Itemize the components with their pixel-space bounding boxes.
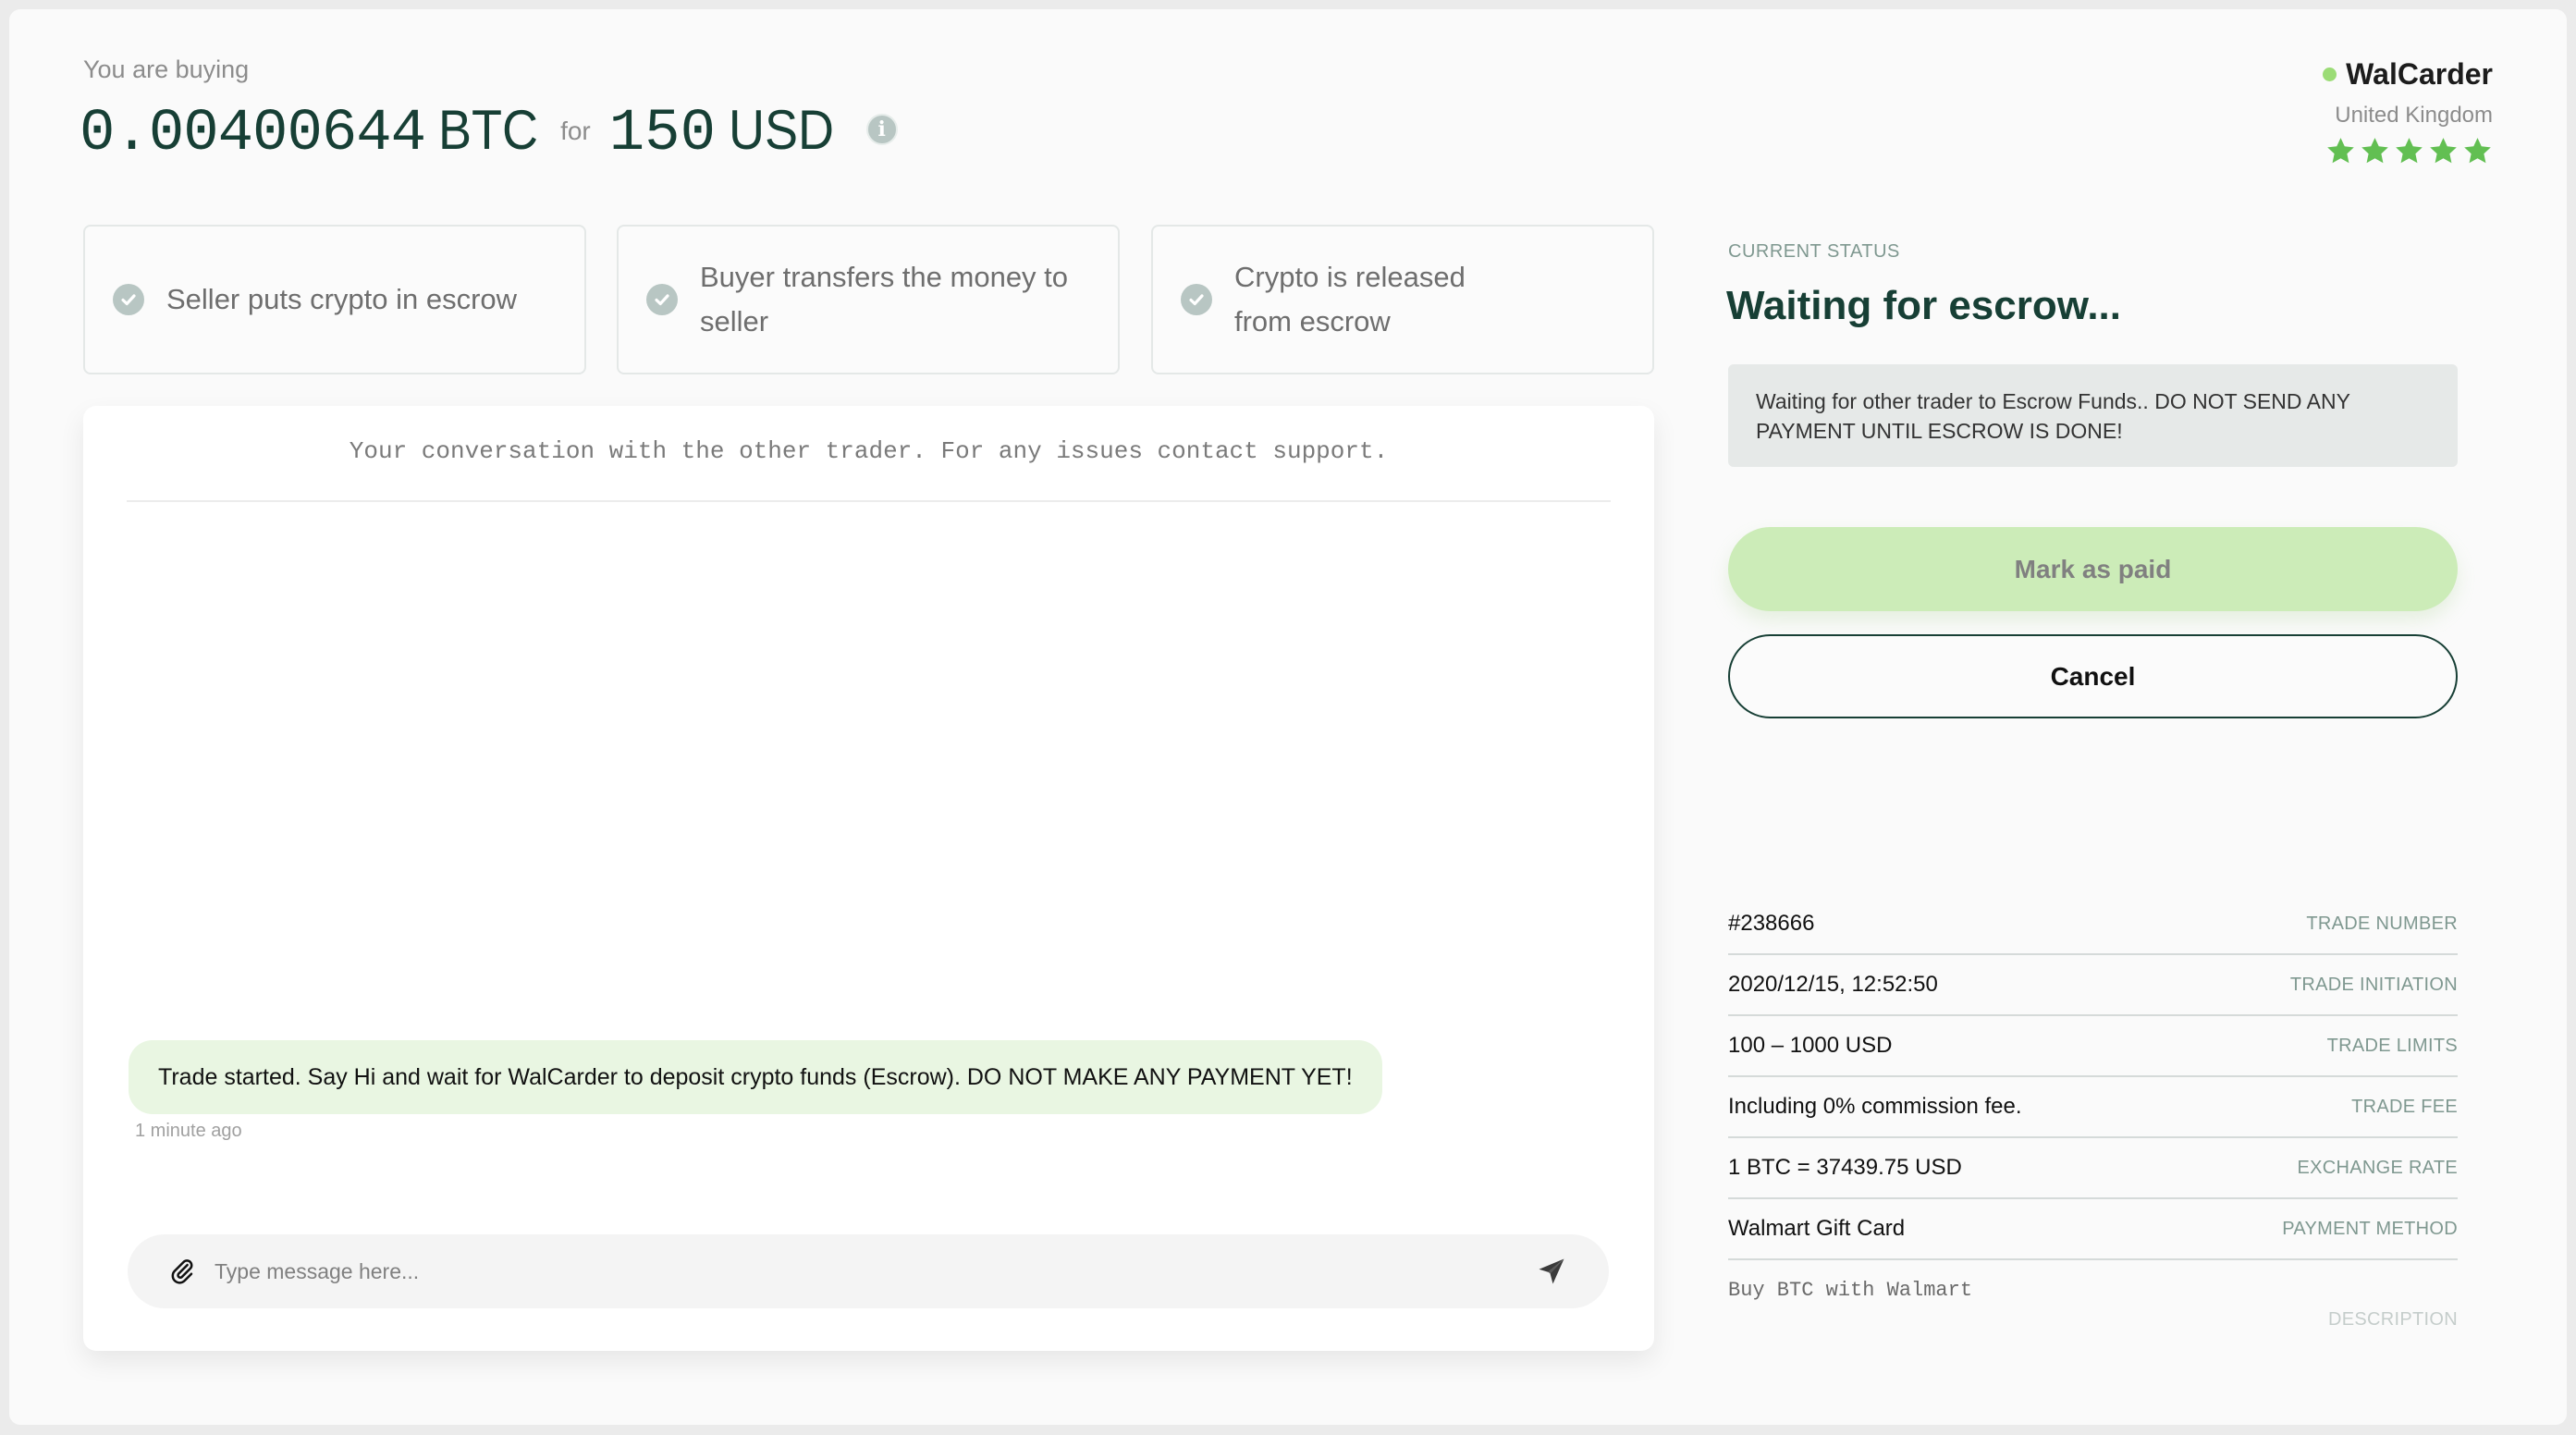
detail-label: PAYMENT METHOD [2282, 1218, 2458, 1239]
description-label: DESCRIPTION [2328, 1309, 2458, 1330]
status-message: Waiting for other trader to Escrow Funds… [1728, 364, 2458, 467]
trader-name[interactable]: WalCarder [2346, 57, 2493, 92]
message-timestamp: 1 minute ago [135, 1121, 242, 1141]
detail-value: Including 0% commission fee. [1728, 1094, 2022, 1119]
detail-label: TRADE FEE [2351, 1096, 2458, 1117]
detail-label: EXCHANGE RATE [2297, 1157, 2458, 1178]
star-icon [2396, 138, 2423, 164]
step-escrow: Seller puts crypto in escrow [83, 225, 586, 374]
detail-value: 2020/12/15, 12:52:50 [1728, 972, 1938, 997]
detail-label: TRADE NUMBER [2306, 913, 2458, 934]
star-icon [2464, 138, 2491, 164]
detail-value: Walmart Gift Card [1728, 1216, 1906, 1241]
description-value: Buy BTC with Walmart [1728, 1279, 1973, 1302]
detail-row-trade-number: #238666 TRADE NUMBER [1728, 894, 2458, 955]
trader-rating [2323, 136, 2493, 166]
check-circle-icon [646, 284, 678, 315]
trade-details: #238666 TRADE NUMBER 2020/12/15, 12:52:5… [1728, 894, 2458, 1338]
trader-info: WalCarder United Kingdom [2323, 57, 2493, 166]
paperclip-icon[interactable] [168, 1257, 196, 1285]
step-label: Buyer transfers the money to seller [700, 261, 1069, 337]
star-icon [2361, 138, 2388, 164]
crypto-unit: BTC [438, 99, 539, 161]
detail-row-exchange-rate: 1 BTC = 37439.75 USD EXCHANGE RATE [1728, 1138, 2458, 1199]
step-label: Seller puts crypto in escrow [166, 283, 518, 315]
detail-row-payment-method: Walmart Gift Card PAYMENT METHOD [1728, 1199, 2458, 1260]
buying-label: You are buying [83, 55, 250, 83]
check-circle-icon [1181, 284, 1212, 315]
detail-row-trade-fee: Including 0% commission fee. TRADE FEE [1728, 1077, 2458, 1138]
trader-country: United Kingdom [2335, 103, 2493, 128]
cancel-button[interactable]: Cancel [1728, 634, 2458, 718]
message-input[interactable] [215, 1258, 1535, 1284]
check-circle-icon [113, 284, 144, 315]
info-icon[interactable]: i [865, 114, 898, 145]
message-composer [128, 1234, 1609, 1308]
star-icon [2327, 138, 2354, 164]
chat-panel: Your conversation with the other trader.… [83, 406, 1654, 1351]
step-transfer: Buyer transfers the money to seller [617, 225, 1120, 374]
trade-amount: 0.00400644 BTC for 150 USD i [80, 98, 898, 167]
chat-divider [127, 500, 1611, 502]
crypto-amount: 0.00400644 [80, 101, 426, 167]
detail-value: #238666 [1728, 911, 1815, 936]
detail-value: 100 – 1000 USD [1728, 1033, 1893, 1058]
fiat-unit: USD [728, 99, 834, 161]
step-release: Crypto is released from escrow [1151, 225, 1654, 374]
for-label: for [560, 117, 591, 145]
detail-value: 1 BTC = 37439.75 USD [1728, 1155, 1962, 1180]
online-status-dot [2323, 67, 2337, 81]
star-icon [2430, 138, 2457, 164]
detail-row-trade-initiation: 2020/12/15, 12:52:50 TRADE INITIATION [1728, 955, 2458, 1016]
detail-label: TRADE INITIATION [2289, 974, 2458, 995]
step-label: Crypto is released from escrow [1234, 261, 1466, 337]
current-status-label: CURRENT STATUS [1728, 241, 1900, 262]
mark-as-paid-button[interactable]: Mark as paid [1728, 527, 2458, 611]
fiat-amount: 150 [608, 101, 716, 167]
detail-row-trade-limits: 100 – 1000 USD TRADE LIMITS [1728, 1016, 2458, 1077]
send-icon[interactable] [1535, 1255, 1568, 1288]
detail-label: TRADE LIMITS [2326, 1035, 2458, 1056]
chat-message: Trade started. Say Hi and wait for WalCa… [129, 1040, 1382, 1114]
chat-header: Your conversation with the other trader.… [349, 437, 1389, 465]
status-title: Waiting for escrow... [1726, 283, 2122, 328]
